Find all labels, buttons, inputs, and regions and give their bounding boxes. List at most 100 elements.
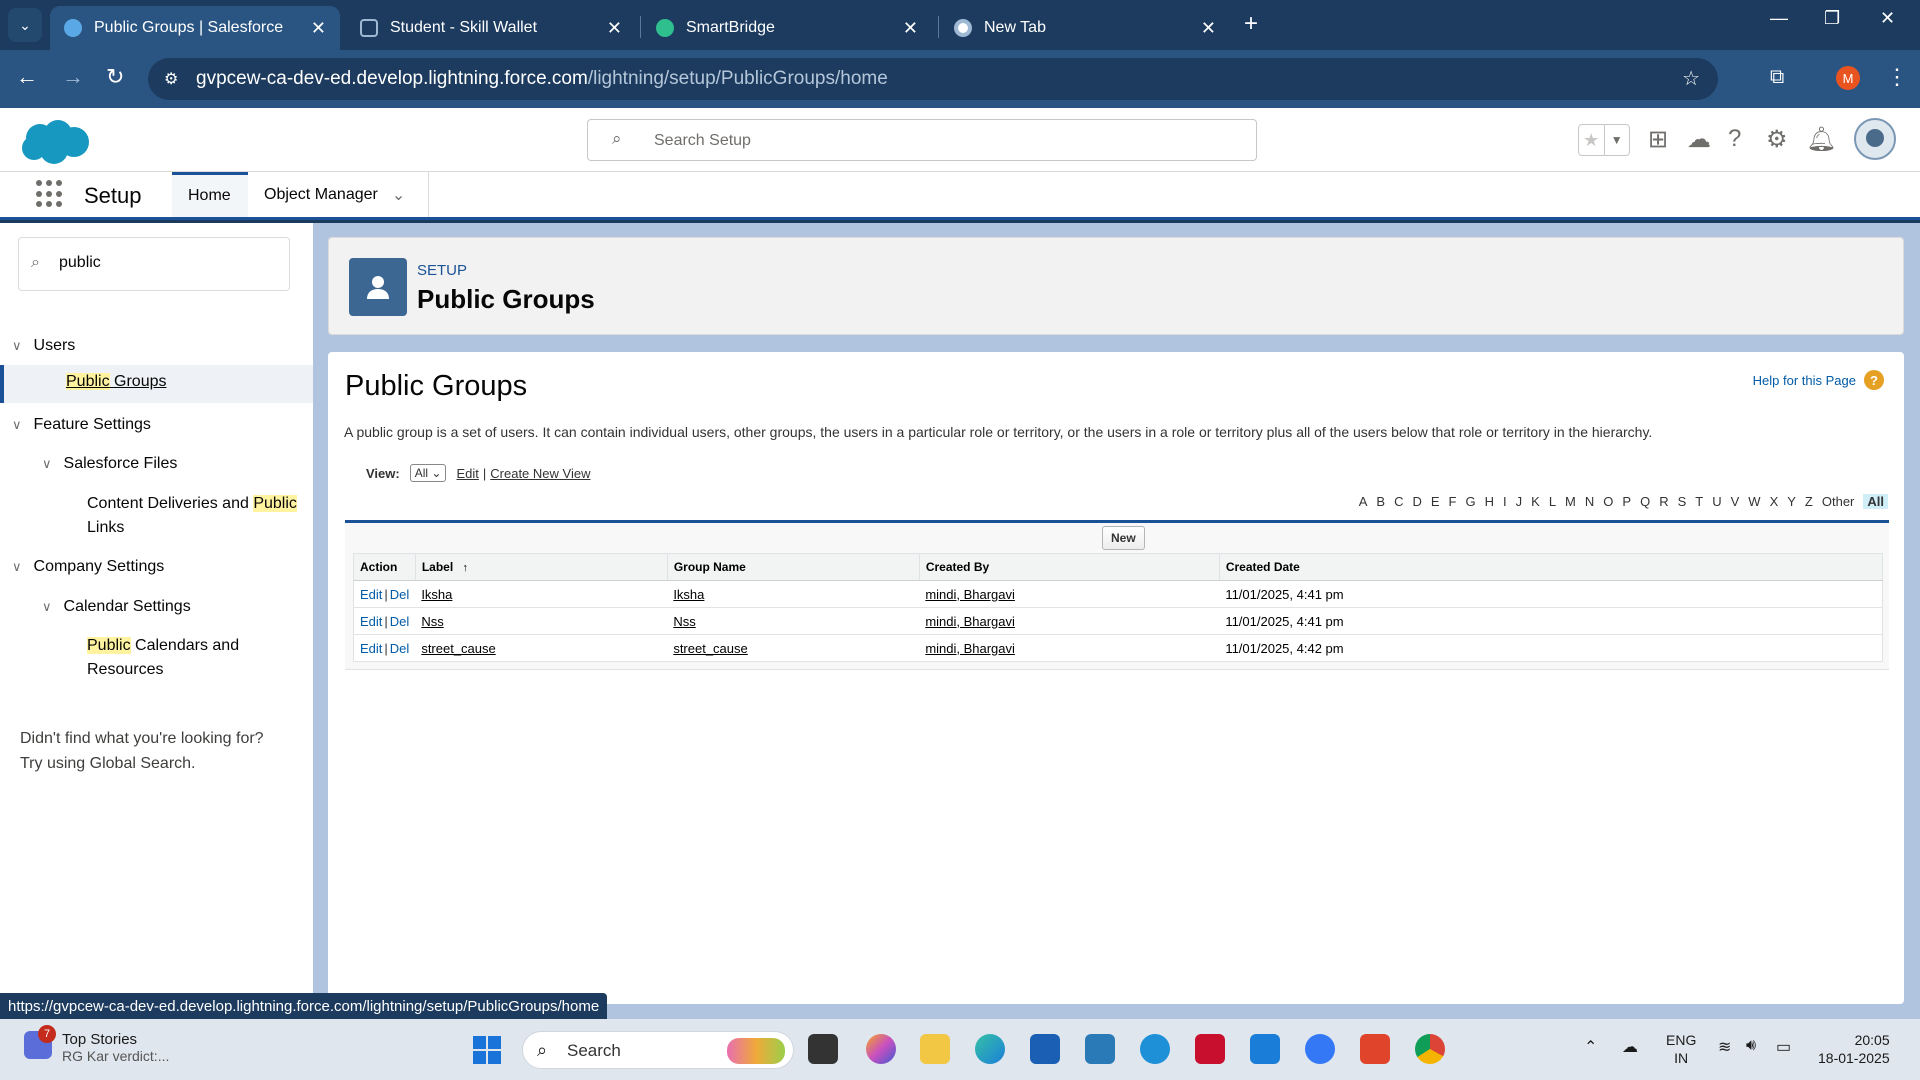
system-clock[interactable]: 20:05 18-01-2025 [1818, 1031, 1890, 1067]
close-tab-icon[interactable]: ✕ [311, 18, 326, 39]
browser-menu-icon[interactable]: ⋮ [1886, 64, 1908, 90]
edit-action-link[interactable]: Edit [360, 614, 382, 629]
favorites-dropdown-icon[interactable]: ▼ [1603, 125, 1630, 155]
file-explorer-icon[interactable] [920, 1034, 950, 1064]
wps-office-icon[interactable] [1360, 1034, 1390, 1064]
view-select[interactable]: All ⌄ [409, 464, 447, 482]
alphabet-filter-r[interactable]: R [1659, 494, 1668, 509]
alphabet-filter-d[interactable]: D [1412, 494, 1421, 509]
tab-public-groups[interactable]: Public Groups | Salesforce ✕ [50, 6, 340, 50]
setup-gear-icon[interactable]: ⚙ [1766, 125, 1788, 154]
media-player-icon[interactable] [1305, 1034, 1335, 1064]
column-header-created-date[interactable]: Created Date [1219, 553, 1884, 581]
delete-action-link[interactable]: Del [390, 587, 410, 602]
alphabet-filter-j[interactable]: J [1516, 494, 1523, 509]
tree-link-public-groups[interactable]: Public Groups [66, 373, 167, 391]
alphabet-filter-u[interactable]: U [1712, 494, 1721, 509]
alphabet-filter-s[interactable]: S [1678, 494, 1687, 509]
help-for-page-link[interactable]: Help for this Page ? [1753, 370, 1884, 390]
get-help-icon[interactable] [1140, 1034, 1170, 1064]
alphabet-filter-z[interactable]: Z [1805, 494, 1813, 509]
taskbar-search[interactable]: ⌕ Search [522, 1031, 794, 1069]
copilot-icon[interactable] [866, 1034, 896, 1064]
onedrive-icon[interactable]: ☁ [1622, 1037, 1638, 1057]
created-by-link[interactable]: mindi, Bhargavi [925, 614, 1015, 629]
nav-tab-home[interactable]: Home [172, 172, 248, 217]
alphabet-filter-o[interactable]: O [1603, 494, 1613, 509]
alphabet-filter-b[interactable]: B [1376, 494, 1385, 509]
created-by-link[interactable]: mindi, Bhargavi [925, 587, 1015, 602]
task-view-icon[interactable] [808, 1034, 838, 1064]
restore-window-icon[interactable]: ❐ [1824, 8, 1840, 29]
salesforce-logo-icon[interactable] [18, 118, 92, 166]
group-name-link[interactable]: Nss [673, 614, 695, 629]
alphabet-filter-i[interactable]: I [1503, 494, 1507, 509]
alphabet-filter-l[interactable]: L [1549, 494, 1556, 509]
battery-icon[interactable]: ▭ [1776, 1037, 1791, 1057]
tree-node-salesforce-files[interactable]: ∨ Salesforce Files [42, 452, 177, 476]
group-label-link[interactable]: Iksha [421, 587, 452, 602]
tree-item-public-groups[interactable]: Public Groups [0, 365, 313, 403]
app-launcher-icon[interactable] [36, 180, 64, 208]
alphabet-filter-h[interactable]: H [1485, 494, 1494, 509]
store-icon[interactable] [1030, 1034, 1060, 1064]
alphabet-filter-other[interactable]: Other [1822, 494, 1855, 509]
wifi-icon[interactable]: ≋ [1718, 1037, 1731, 1057]
group-name-link[interactable]: Iksha [673, 587, 704, 602]
input-language[interactable]: ENG IN [1666, 1031, 1696, 1067]
group-name-link[interactable]: street_cause [673, 641, 747, 656]
tree-node-users[interactable]: ∨ Users [12, 334, 75, 358]
chevron-down-icon[interactable]: ∨ [12, 334, 22, 358]
chevron-down-icon[interactable]: ∨ [42, 595, 52, 619]
is-app-icon[interactable] [1250, 1034, 1280, 1064]
create-new-view-link[interactable]: Create New View [490, 466, 590, 481]
close-window-icon[interactable]: ✕ [1880, 8, 1895, 29]
close-tab-icon[interactable]: ✕ [903, 18, 918, 39]
group-label-link[interactable]: street_cause [421, 641, 495, 656]
alphabet-filter-v[interactable]: V [1731, 494, 1740, 509]
alphabet-filter-t[interactable]: T [1695, 494, 1703, 509]
news-widget[interactable]: 7 Top Stories RG Kar verdict:... [24, 1025, 169, 1064]
alphabet-filter-g[interactable]: G [1466, 494, 1476, 509]
alphabet-filter-f[interactable]: F [1449, 494, 1457, 509]
close-tab-icon[interactable]: ✕ [607, 18, 622, 39]
chevron-down-icon[interactable]: ∨ [42, 452, 52, 476]
tab-search-button[interactable]: ⌄ [8, 8, 42, 42]
show-hidden-icons-chevron-icon[interactable]: ⌃ [1584, 1037, 1597, 1057]
edge-icon[interactable] [975, 1034, 1005, 1064]
windows-start-icon[interactable] [473, 1036, 501, 1064]
created-by-link[interactable]: mindi, Bhargavi [925, 641, 1015, 656]
edit-action-link[interactable]: Edit [360, 641, 382, 656]
user-avatar[interactable] [1854, 118, 1896, 160]
help-icon[interactable]: ? [1728, 125, 1741, 153]
forward-arrow-icon[interactable]: → [62, 64, 84, 90]
tab-smartbridge[interactable]: SmartBridge ✕ [642, 6, 932, 50]
alphabet-filter-a[interactable]: A [1359, 494, 1368, 509]
alphabet-filter-x[interactable]: X [1770, 494, 1779, 509]
chrome-icon[interactable] [1415, 1034, 1445, 1064]
tree-item-public-calendars[interactable]: Public Calendars and Resources [87, 634, 239, 682]
profile-avatar[interactable]: M [1836, 66, 1860, 90]
volume-icon[interactable]: 🔊︎ [1746, 1037, 1756, 1055]
bookmark-star-icon[interactable]: ☆ [1682, 66, 1700, 91]
global-actions-icon[interactable]: ⊞ [1648, 125, 1668, 154]
tree-node-company-settings[interactable]: ∨ Company Settings [12, 555, 164, 579]
mcafee-icon[interactable] [1195, 1034, 1225, 1064]
alphabet-filter-y[interactable]: Y [1787, 494, 1796, 509]
delete-action-link[interactable]: Del [390, 614, 410, 629]
tree-item-content-deliveries[interactable]: Content Deliveries and Public Links [87, 492, 297, 540]
nav-tab-object-manager[interactable]: Object Manager ⌄ [248, 172, 428, 217]
chevron-down-icon[interactable]: ∨ [12, 413, 22, 437]
trailhead-icon[interactable]: ☁ [1687, 125, 1711, 154]
minimize-window-icon[interactable]: — [1770, 8, 1788, 29]
myhp-icon[interactable] [1085, 1034, 1115, 1064]
alphabet-filter-p[interactable]: P [1622, 494, 1631, 509]
address-bar[interactable]: ⚙ gvpcew-ca-dev-ed.develop.lightning.for… [148, 58, 1718, 100]
tree-node-feature-settings[interactable]: ∨ Feature Settings [12, 413, 151, 437]
alphabet-filter-n[interactable]: N [1585, 494, 1594, 509]
delete-action-link[interactable]: Del [390, 641, 410, 656]
close-tab-icon[interactable]: ✕ [1201, 18, 1216, 39]
tree-node-calendar-settings[interactable]: ∨ Calendar Settings [42, 595, 191, 619]
column-header-group-name[interactable]: Group Name [667, 553, 920, 581]
extensions-icon[interactable]: ⧉ [1770, 66, 1784, 89]
